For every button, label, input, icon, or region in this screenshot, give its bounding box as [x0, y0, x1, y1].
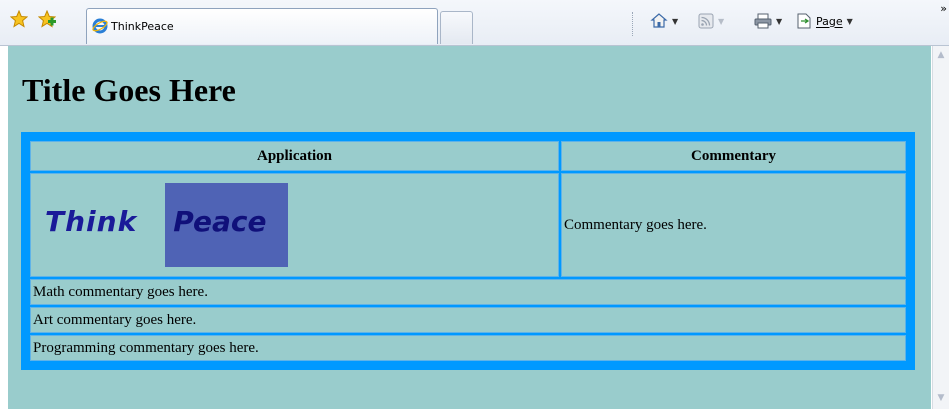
- home-icon: [650, 13, 668, 28]
- header-application: Application: [30, 141, 559, 172]
- browser-tab-thinkpeace[interactable]: ThinkPeace: [86, 8, 438, 44]
- toolbar-separator: [632, 12, 635, 36]
- page-icon: [797, 13, 811, 29]
- home-button[interactable]: ▼: [650, 10, 678, 32]
- internet-explorer-icon: [92, 18, 108, 34]
- scroll-up-icon[interactable]: ▲: [934, 48, 948, 62]
- programming-commentary-row: Programming commentary goes here.: [30, 335, 906, 361]
- logo-peace-box: Peace: [165, 183, 289, 268]
- chevron-down-icon[interactable]: ▼: [776, 17, 782, 26]
- header-commentary: Commentary: [561, 141, 906, 172]
- content-table: Application Commentary Think Peace Comme…: [28, 139, 908, 363]
- printer-icon: [754, 13, 772, 29]
- new-tab-button[interactable]: [440, 11, 473, 44]
- art-commentary-row: Art commentary goes here.: [30, 307, 906, 334]
- application-cell: Think Peace: [30, 173, 559, 278]
- feeds-button[interactable]: ▼: [698, 10, 724, 32]
- rss-feed-icon: [698, 13, 714, 29]
- vertical-scrollbar[interactable]: ▲ ▼: [932, 46, 949, 409]
- chevron-down-icon[interactable]: ▼: [847, 17, 853, 26]
- chevron-down-icon[interactable]: ▼: [718, 17, 724, 26]
- math-commentary-row: Math commentary goes here.: [30, 279, 906, 306]
- page-title: Title Goes Here: [22, 72, 236, 108]
- chevron-down-icon[interactable]: ▼: [672, 17, 678, 26]
- commentary-cell: Commentary goes here.: [561, 173, 906, 278]
- page-menu-button[interactable]: Page ▼: [796, 10, 853, 32]
- page-viewport: Title Goes Here Application Commentary T…: [8, 46, 931, 409]
- content-table-frame: Application Commentary Think Peace Comme…: [21, 132, 915, 370]
- favorites-star-icon[interactable]: [10, 10, 28, 28]
- toolbar-overflow-icon[interactable]: »: [940, 2, 947, 15]
- tab-title: ThinkPeace: [111, 20, 174, 33]
- logo-think-text: Think: [45, 204, 138, 238]
- add-favorites-icon[interactable]: [38, 10, 56, 28]
- print-button[interactable]: ▼: [754, 10, 782, 32]
- browser-toolbar: ThinkPeace ▼ ▼ ▼ Page ▼ »: [0, 0, 949, 46]
- scroll-down-icon[interactable]: ▼: [934, 391, 948, 405]
- logo-peace-text: Peace: [173, 205, 267, 239]
- thinkpeace-logo: Think Peace: [33, 174, 556, 276]
- page-menu-label: Page: [816, 14, 843, 28]
